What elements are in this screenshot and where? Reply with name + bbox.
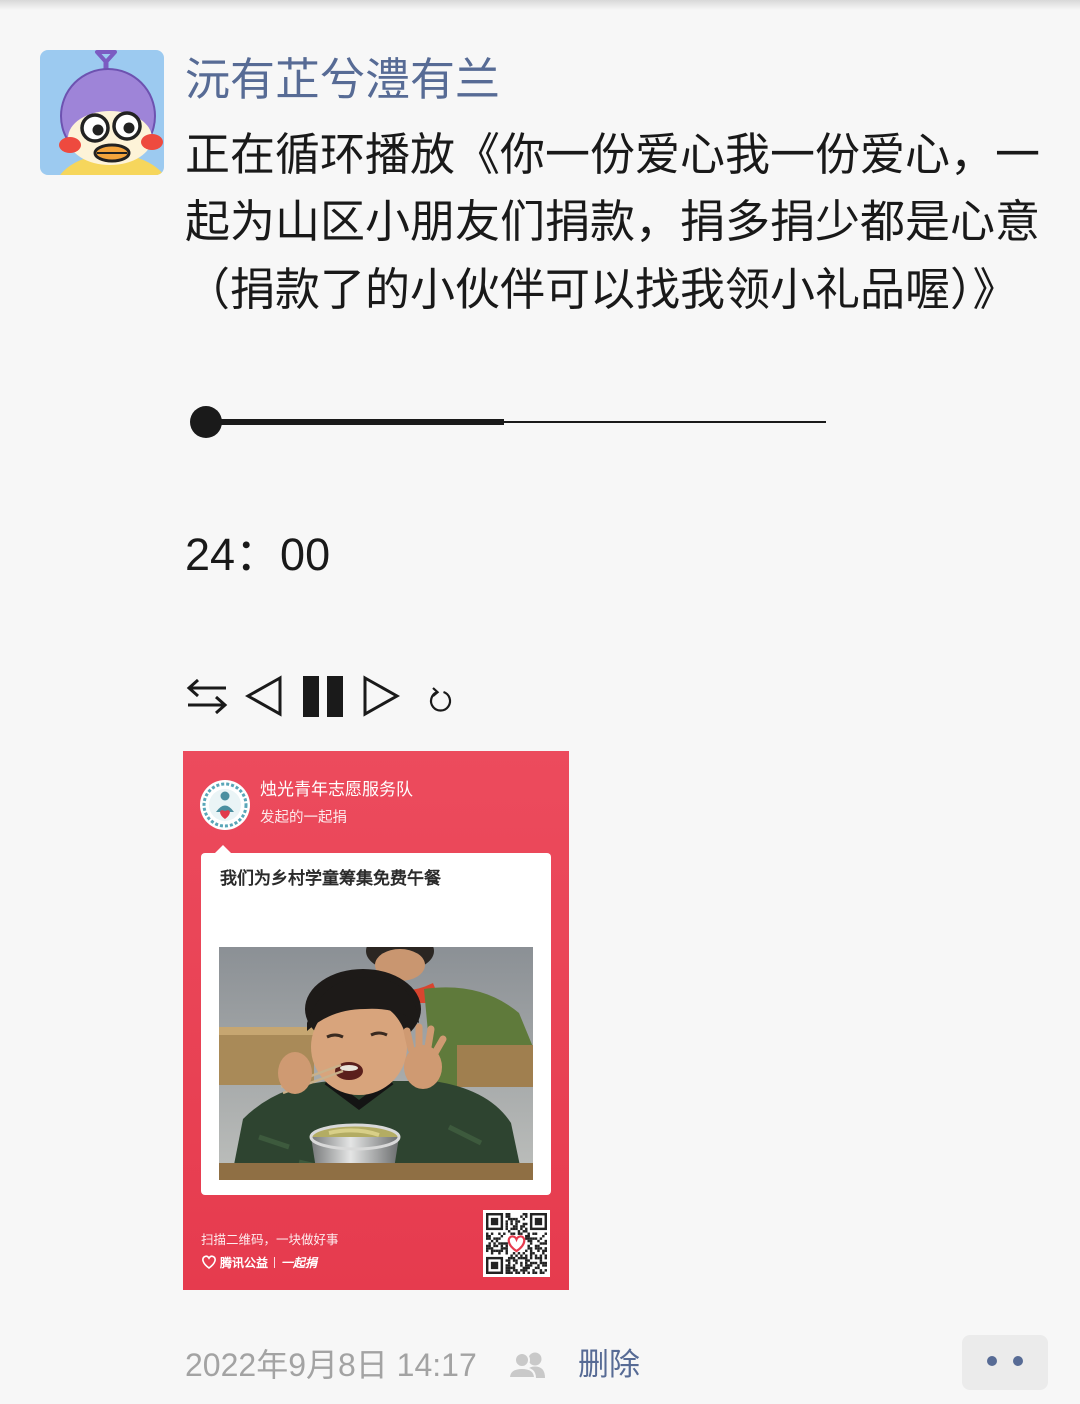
avatar-image	[40, 50, 164, 175]
post-text-line: 起为山区小朋友们捐款，捐多捐少都是心意	[185, 195, 1041, 248]
next-icon	[362, 675, 400, 717]
qr-code	[483, 1210, 550, 1277]
poster-footer-text: 扫描二维码，一块做好事	[201, 1232, 339, 1247]
more-button[interactable]	[962, 1335, 1048, 1390]
poster-content-card: 我们为乡村学童筹集免费午餐	[201, 845, 551, 1195]
organization-logo	[200, 780, 250, 830]
post-text-line: 正在循环播放《你一份爱心我一份爱心，一	[185, 128, 1041, 181]
child-eating-photo	[219, 947, 533, 1180]
delete-link[interactable]: 删除	[578, 1345, 640, 1385]
author-name[interactable]: 沅有芷兮澧有兰	[185, 52, 500, 108]
avatar[interactable]	[40, 50, 164, 175]
repeat-icon	[427, 685, 454, 713]
organizer-subtitle: 发起的一起捐	[260, 810, 347, 826]
brand-name: 腾讯公益	[220, 1255, 269, 1270]
previous-icon	[245, 675, 283, 717]
progress-bar	[190, 403, 830, 441]
post-timestamp: 2022年9月8日 14:17	[185, 1347, 477, 1383]
poster-headline: 我们为乡村学童筹集免费午餐	[220, 869, 441, 889]
friends-visibility-icon[interactable]	[507, 1351, 549, 1379]
more-dots-icon	[987, 1355, 1023, 1367]
progress-knob	[190, 406, 222, 438]
card-pointer	[215, 845, 231, 853]
brand-product: 一起捐	[281, 1255, 318, 1270]
progress-track	[206, 419, 826, 425]
share-card-image[interactable]: 烛光青年志愿服务队 发起的一起捐 我们为乡村学童筹集免费午餐 扫描二维码，一块做…	[183, 751, 569, 1290]
progress-fill	[206, 419, 504, 425]
tencent-charity-heart-icon	[202, 1255, 216, 1269]
poster-brand-row: 腾讯公益 一起捐	[201, 1253, 317, 1271]
top-edge	[0, 0, 1080, 10]
qr-code-pattern	[486, 1213, 547, 1274]
organizer-name: 烛光青年志愿服务队	[260, 780, 413, 800]
pause-icon	[303, 676, 344, 717]
loop-mode-icon	[185, 675, 229, 717]
playback-time: 24：00	[185, 529, 331, 580]
post-text-line: （捐款了的小伙伴可以找我领小礼品喔）》	[185, 263, 1018, 316]
brand-divider	[274, 1256, 276, 1268]
